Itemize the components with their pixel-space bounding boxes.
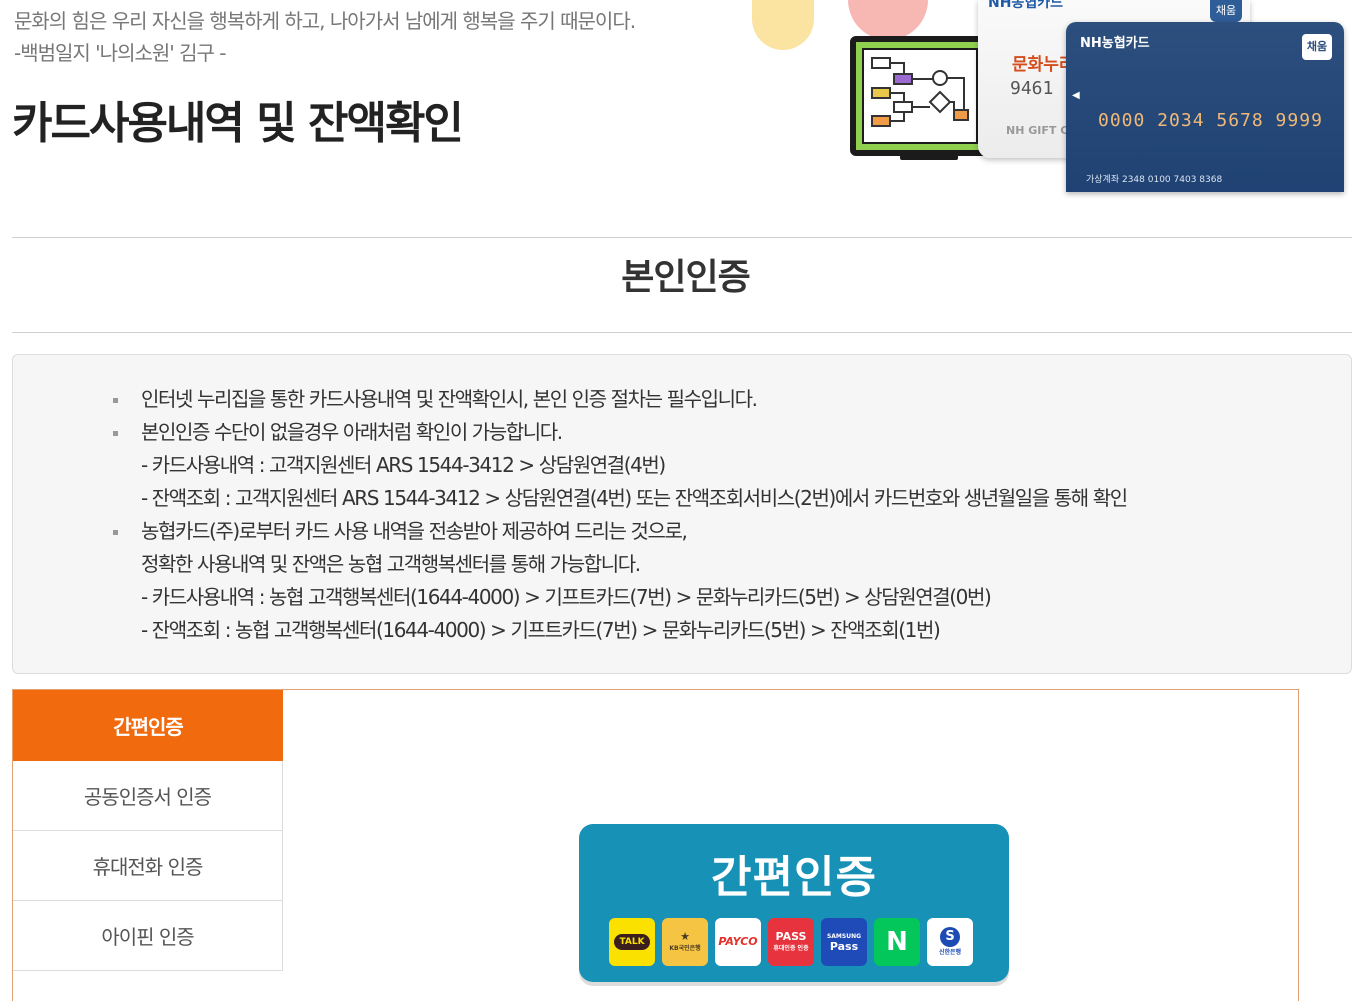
tab-certificate-auth[interactable]: 공동인증서 인증 bbox=[13, 761, 283, 831]
card-footer: 가상계좌 2348 0100 7403 8368 bbox=[1086, 175, 1223, 185]
card-badge: 채움 bbox=[1210, 0, 1242, 22]
notice-box: 인터넷 누리집을 통한 카드사용내역 및 잔액확인시, 본인 인증 절차는 필수… bbox=[12, 354, 1352, 674]
easy-auth-title: 간편인증 bbox=[711, 852, 877, 903]
notice-subline: - 카드사용내역 : 고객지원센터 ARS 1544-3412 > 상담원연결(… bbox=[141, 453, 666, 477]
decorative-circle bbox=[752, 0, 814, 50]
payco-icon: PAYCO bbox=[715, 918, 761, 966]
monitor-illustration-icon bbox=[850, 36, 990, 156]
card-number: 9461 bbox=[1010, 78, 1054, 99]
section-title: 본인인증 bbox=[621, 257, 750, 298]
notice-bullet-item: 본인인증 수단이 없을경우 아래처럼 확인이 가능합니다. bbox=[113, 416, 1127, 449]
kb-bank-icon: ★ KB국민은행 bbox=[662, 918, 708, 966]
notice-list: 인터넷 누리집을 통한 카드사용내역 및 잔액확인시, 본인 인증 절차는 필수… bbox=[113, 383, 1128, 647]
triangle-left-icon: ◀ bbox=[1072, 90, 1080, 101]
decorative-circle bbox=[848, 0, 928, 40]
naver-icon: N bbox=[874, 918, 920, 966]
auth-panel: 간편인증 공동인증서 인증 휴대전화 인증 아이핀 인증 간편인증 TALK ★… bbox=[12, 689, 1299, 1001]
tab-ipin-auth[interactable]: 아이핀 인증 bbox=[13, 901, 283, 971]
card-number: 0000 2034 5678 9999 bbox=[1098, 110, 1323, 131]
notice-subline: 정확한 사용내역 및 잔액은 농협 고객행복센터를 통해 가능합니다. bbox=[141, 552, 641, 576]
shinhan-bank-icon: S 신한은행 bbox=[927, 918, 973, 966]
page-header: 문화의 힘은 우리 자신을 행복하게 하고, 나아가서 남에게 행복을 주기 때… bbox=[0, 0, 1371, 200]
pass-icon: PASS 휴대인증 인증 bbox=[768, 918, 814, 966]
divider bbox=[12, 332, 1352, 333]
card-badge: 채움 bbox=[1302, 34, 1332, 60]
notice-subline: - 카드사용내역 : 농협 고객행복센터(1644-4000) > 기프트카드(… bbox=[141, 585, 992, 609]
flowchart-icon bbox=[871, 57, 969, 127]
divider bbox=[12, 237, 1352, 238]
easy-auth-button[interactable]: 간편인증 TALK ★ KB국민은행 PAYCO PASS 휴대인증 인증 SA… bbox=[579, 824, 1009, 982]
kakao-talk-icon: TALK bbox=[609, 918, 655, 966]
notice-subline: - 잔액조회 : 농협 고객행복센터(1644-4000) > 기프트카드(7번… bbox=[141, 618, 941, 642]
notice-bullet-item: 인터넷 누리집을 통한 카드사용내역 및 잔액확인시, 본인 인증 절차는 필수… bbox=[113, 383, 1127, 416]
nh-card-illustration: NH농협카드 채움 ◀ 0000 2034 5678 9999 가상계좌 234… bbox=[1066, 22, 1344, 192]
card-brand: NH농협카드 bbox=[988, 0, 1063, 11]
tab-mobile-auth[interactable]: 휴대전화 인증 bbox=[13, 831, 283, 901]
monitor-stand bbox=[900, 150, 958, 160]
provider-list: TALK ★ KB국민은행 PAYCO PASS 휴대인증 인증 SAMSUNG… bbox=[609, 918, 973, 966]
header-quote: 문화의 힘은 우리 자신을 행복하게 하고, 나아가서 남에게 행복을 주기 때… bbox=[14, 9, 636, 33]
notice-bullet-item: 농협카드(주)로부터 카드 사용 내역을 전송받아 제공하여 드리는 것으로, bbox=[113, 515, 1127, 548]
card-brand: NH농협카드 bbox=[1080, 36, 1150, 51]
samsung-pass-icon: SAMSUNG Pass bbox=[821, 918, 867, 966]
tab-easy-auth[interactable]: 간편인증 bbox=[13, 690, 283, 761]
page-title: 카드사용내역 및 잔액확인 bbox=[12, 98, 464, 149]
auth-tab-list: 간편인증 공동인증서 인증 휴대전화 인증 아이핀 인증 bbox=[13, 690, 283, 971]
notice-subline: - 잔액조회 : 고객지원센터 ARS 1544-3412 > 상담원연결(4번… bbox=[141, 486, 1128, 510]
auth-content: 간편인증 TALK ★ KB국민은행 PAYCO PASS 휴대인증 인증 SA… bbox=[283, 690, 1298, 1001]
header-quote-author: -백범일지 '나의소원' 김구 - bbox=[14, 41, 227, 65]
